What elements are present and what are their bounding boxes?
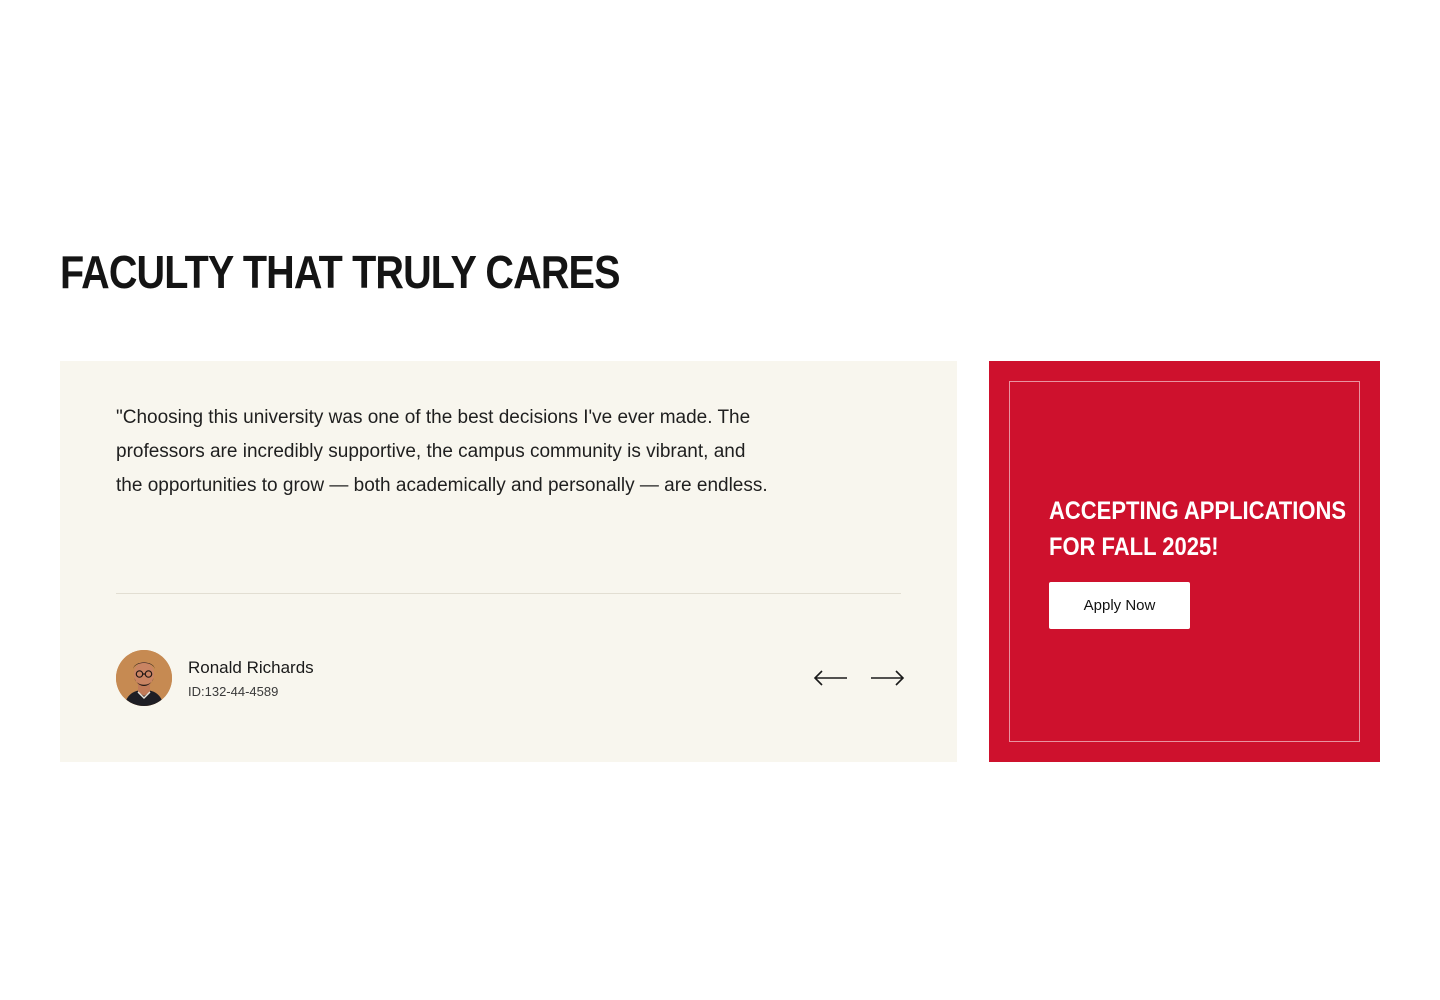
apply-heading-line-2: FOR FALL 2025! [1049, 533, 1219, 561]
testimonial-quote: "Choosing this university was one of the… [116, 407, 768, 496]
apply-heading-line-1: ACCEPTING APPLICATIONS [1049, 497, 1347, 525]
apply-now-button[interactable]: Apply Now [1049, 582, 1190, 629]
testimonial-card: "Choosing this university was one of the… [60, 361, 957, 762]
divider [116, 593, 901, 594]
apply-card: ACCEPTING APPLICATIONS FOR FALL 2025! Ap… [989, 361, 1380, 762]
testimonial-author: Ronald Richards ID:132-44-4589 [116, 650, 314, 706]
next-testimonial-button[interactable] [869, 668, 905, 688]
arrow-left-icon [813, 670, 847, 686]
author-id: ID:132-44-4589 [188, 683, 279, 699]
avatar [116, 650, 172, 706]
arrow-right-icon [871, 670, 905, 686]
apply-heading: ACCEPTING APPLICATIONS FOR FALL 2025! [1049, 493, 1346, 565]
author-name: Ronald Richards [188, 657, 314, 677]
person-avatar-icon [116, 650, 172, 706]
author-meta: Ronald Richards ID:132-44-4589 [188, 657, 314, 700]
testimonial-navigation [813, 668, 905, 688]
previous-testimonial-button[interactable] [813, 668, 849, 688]
section-title: FACULTY THAT TRULY CARES [60, 246, 620, 298]
